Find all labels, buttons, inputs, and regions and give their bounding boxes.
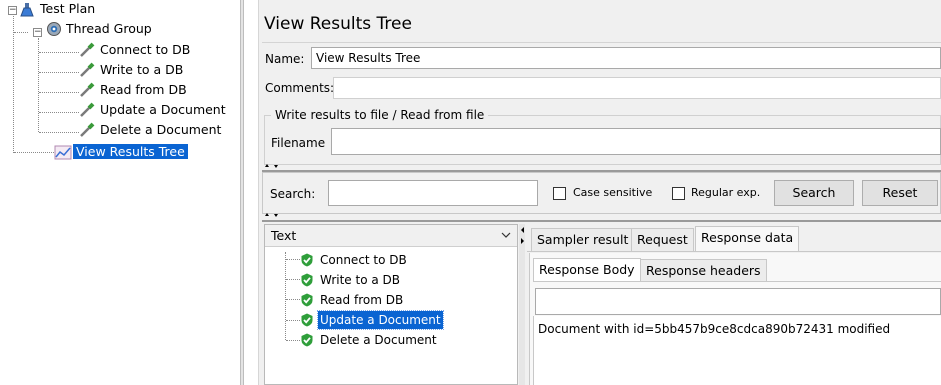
tree-node-update-a-document[interactable]: Update a Document xyxy=(78,101,229,119)
success-check-icon xyxy=(301,333,313,347)
divider xyxy=(533,281,941,282)
tree-connector xyxy=(39,132,79,133)
pipette-icon xyxy=(80,62,95,77)
pipette-icon xyxy=(80,102,95,117)
tree-connector xyxy=(286,279,300,280)
success-check-icon xyxy=(301,253,313,267)
pipette-icon xyxy=(80,122,95,137)
regular-exp-checkbox[interactable] xyxy=(672,187,685,200)
search-label: Search: xyxy=(270,187,316,201)
collapse-thread-group-toggle[interactable]: − xyxy=(33,28,42,37)
tree-connector xyxy=(286,299,300,300)
tree-node-label: Delete a Document xyxy=(100,122,222,137)
pipette-icon xyxy=(80,42,95,57)
tree-node-view-results-tree[interactable]: View Results Tree xyxy=(54,143,188,161)
tree-connector xyxy=(286,259,300,260)
success-check-icon xyxy=(301,293,313,307)
tree-connector xyxy=(286,340,300,341)
chevron-down-icon xyxy=(501,232,511,238)
response-search-field[interactable] xyxy=(535,288,941,315)
tree-node-connect-to-db[interactable]: Connect to DB xyxy=(78,41,193,59)
tree-connector xyxy=(39,72,79,73)
test-plan-tree: − − Test Plan Thread Group Connect to DB… xyxy=(0,0,238,385)
renderer-select[interactable]: Text xyxy=(265,225,517,247)
sample-label: Update a Document xyxy=(317,310,444,330)
tree-connector xyxy=(14,32,28,33)
comments-input[interactable] xyxy=(333,77,941,99)
sample-label: Write to a DB xyxy=(320,273,400,287)
tree-connector xyxy=(13,13,14,153)
tree-node-label: Connect to DB xyxy=(100,42,191,57)
tree-connector xyxy=(39,92,79,93)
success-check-icon xyxy=(301,313,313,327)
response-body-text: Document with id=5bb457b9ce8cdca890b7243… xyxy=(538,322,891,336)
pipette-icon xyxy=(80,82,95,97)
search-button[interactable]: Search xyxy=(774,180,854,206)
tab-response-headers[interactable]: Response headers xyxy=(640,259,767,282)
comments-label: Comments: xyxy=(265,81,335,95)
name-input[interactable]: View Results Tree xyxy=(311,47,941,69)
case-sensitive-checkbox[interactable] xyxy=(553,187,566,200)
sample-label: Read from DB xyxy=(320,293,404,307)
divider xyxy=(527,251,941,252)
tree-connector xyxy=(285,252,286,340)
tree-node-label: View Results Tree xyxy=(73,144,188,159)
tab-request[interactable]: Request xyxy=(631,228,694,252)
case-sensitive-label: Case sensitive xyxy=(573,186,653,199)
reset-button[interactable]: Reset xyxy=(862,180,938,206)
horizontal-splitter[interactable] xyxy=(262,220,941,222)
sample-label: Connect to DB xyxy=(320,253,407,267)
filename-input[interactable] xyxy=(331,128,941,155)
splitter-arrows-icon[interactable] xyxy=(520,226,525,248)
tree-node-delete-a-document[interactable]: Delete a Document xyxy=(78,121,224,139)
regular-exp-label: Regular exp. xyxy=(691,186,761,199)
filename-label: Filename xyxy=(271,136,326,150)
response-body-area[interactable]: Document with id=5bb457b9ce8cdca890b7243… xyxy=(533,316,941,385)
renderer-select-value: Text xyxy=(271,228,297,243)
vertical-splitter[interactable] xyxy=(240,0,244,385)
sample-label: Delete a Document xyxy=(320,333,437,347)
collapse-test-plan-toggle[interactable]: − xyxy=(8,6,17,15)
name-label: Name: xyxy=(265,52,305,66)
tree-connector xyxy=(286,320,300,321)
tab-response-body[interactable]: Response Body xyxy=(533,258,641,282)
tab-sampler-result[interactable]: Sampler result xyxy=(531,228,635,252)
divider xyxy=(262,42,941,43)
tab-response-data[interactable]: Response data xyxy=(695,226,800,252)
search-input[interactable] xyxy=(328,180,538,206)
tree-node-read-from-db[interactable]: Read from DB xyxy=(78,81,190,99)
tree-node-label: Write to a DB xyxy=(100,62,184,77)
results-splitter[interactable] xyxy=(519,224,525,385)
gear-icon xyxy=(47,22,61,36)
graph-icon xyxy=(54,145,72,160)
tree-node-label: Test Plan xyxy=(40,1,96,16)
page-title: View Results Tree xyxy=(264,14,412,34)
tree-node-write-to-a-db[interactable]: Write to a DB xyxy=(78,61,186,79)
tree-node-test-plan[interactable]: Test Plan xyxy=(20,0,98,18)
tree-connector xyxy=(39,112,79,113)
tree-node-label: Thread Group xyxy=(66,21,152,36)
success-check-icon xyxy=(301,273,313,287)
tree-connector xyxy=(14,152,54,153)
tree-node-thread-group[interactable]: Thread Group xyxy=(46,20,155,38)
tree-node-label: Read from DB xyxy=(100,82,187,97)
tree-connector xyxy=(39,52,79,53)
tree-node-label: Update a Document xyxy=(100,102,226,117)
file-group-label: Write results to file / Read from file xyxy=(271,108,489,122)
flask-icon xyxy=(20,3,34,17)
